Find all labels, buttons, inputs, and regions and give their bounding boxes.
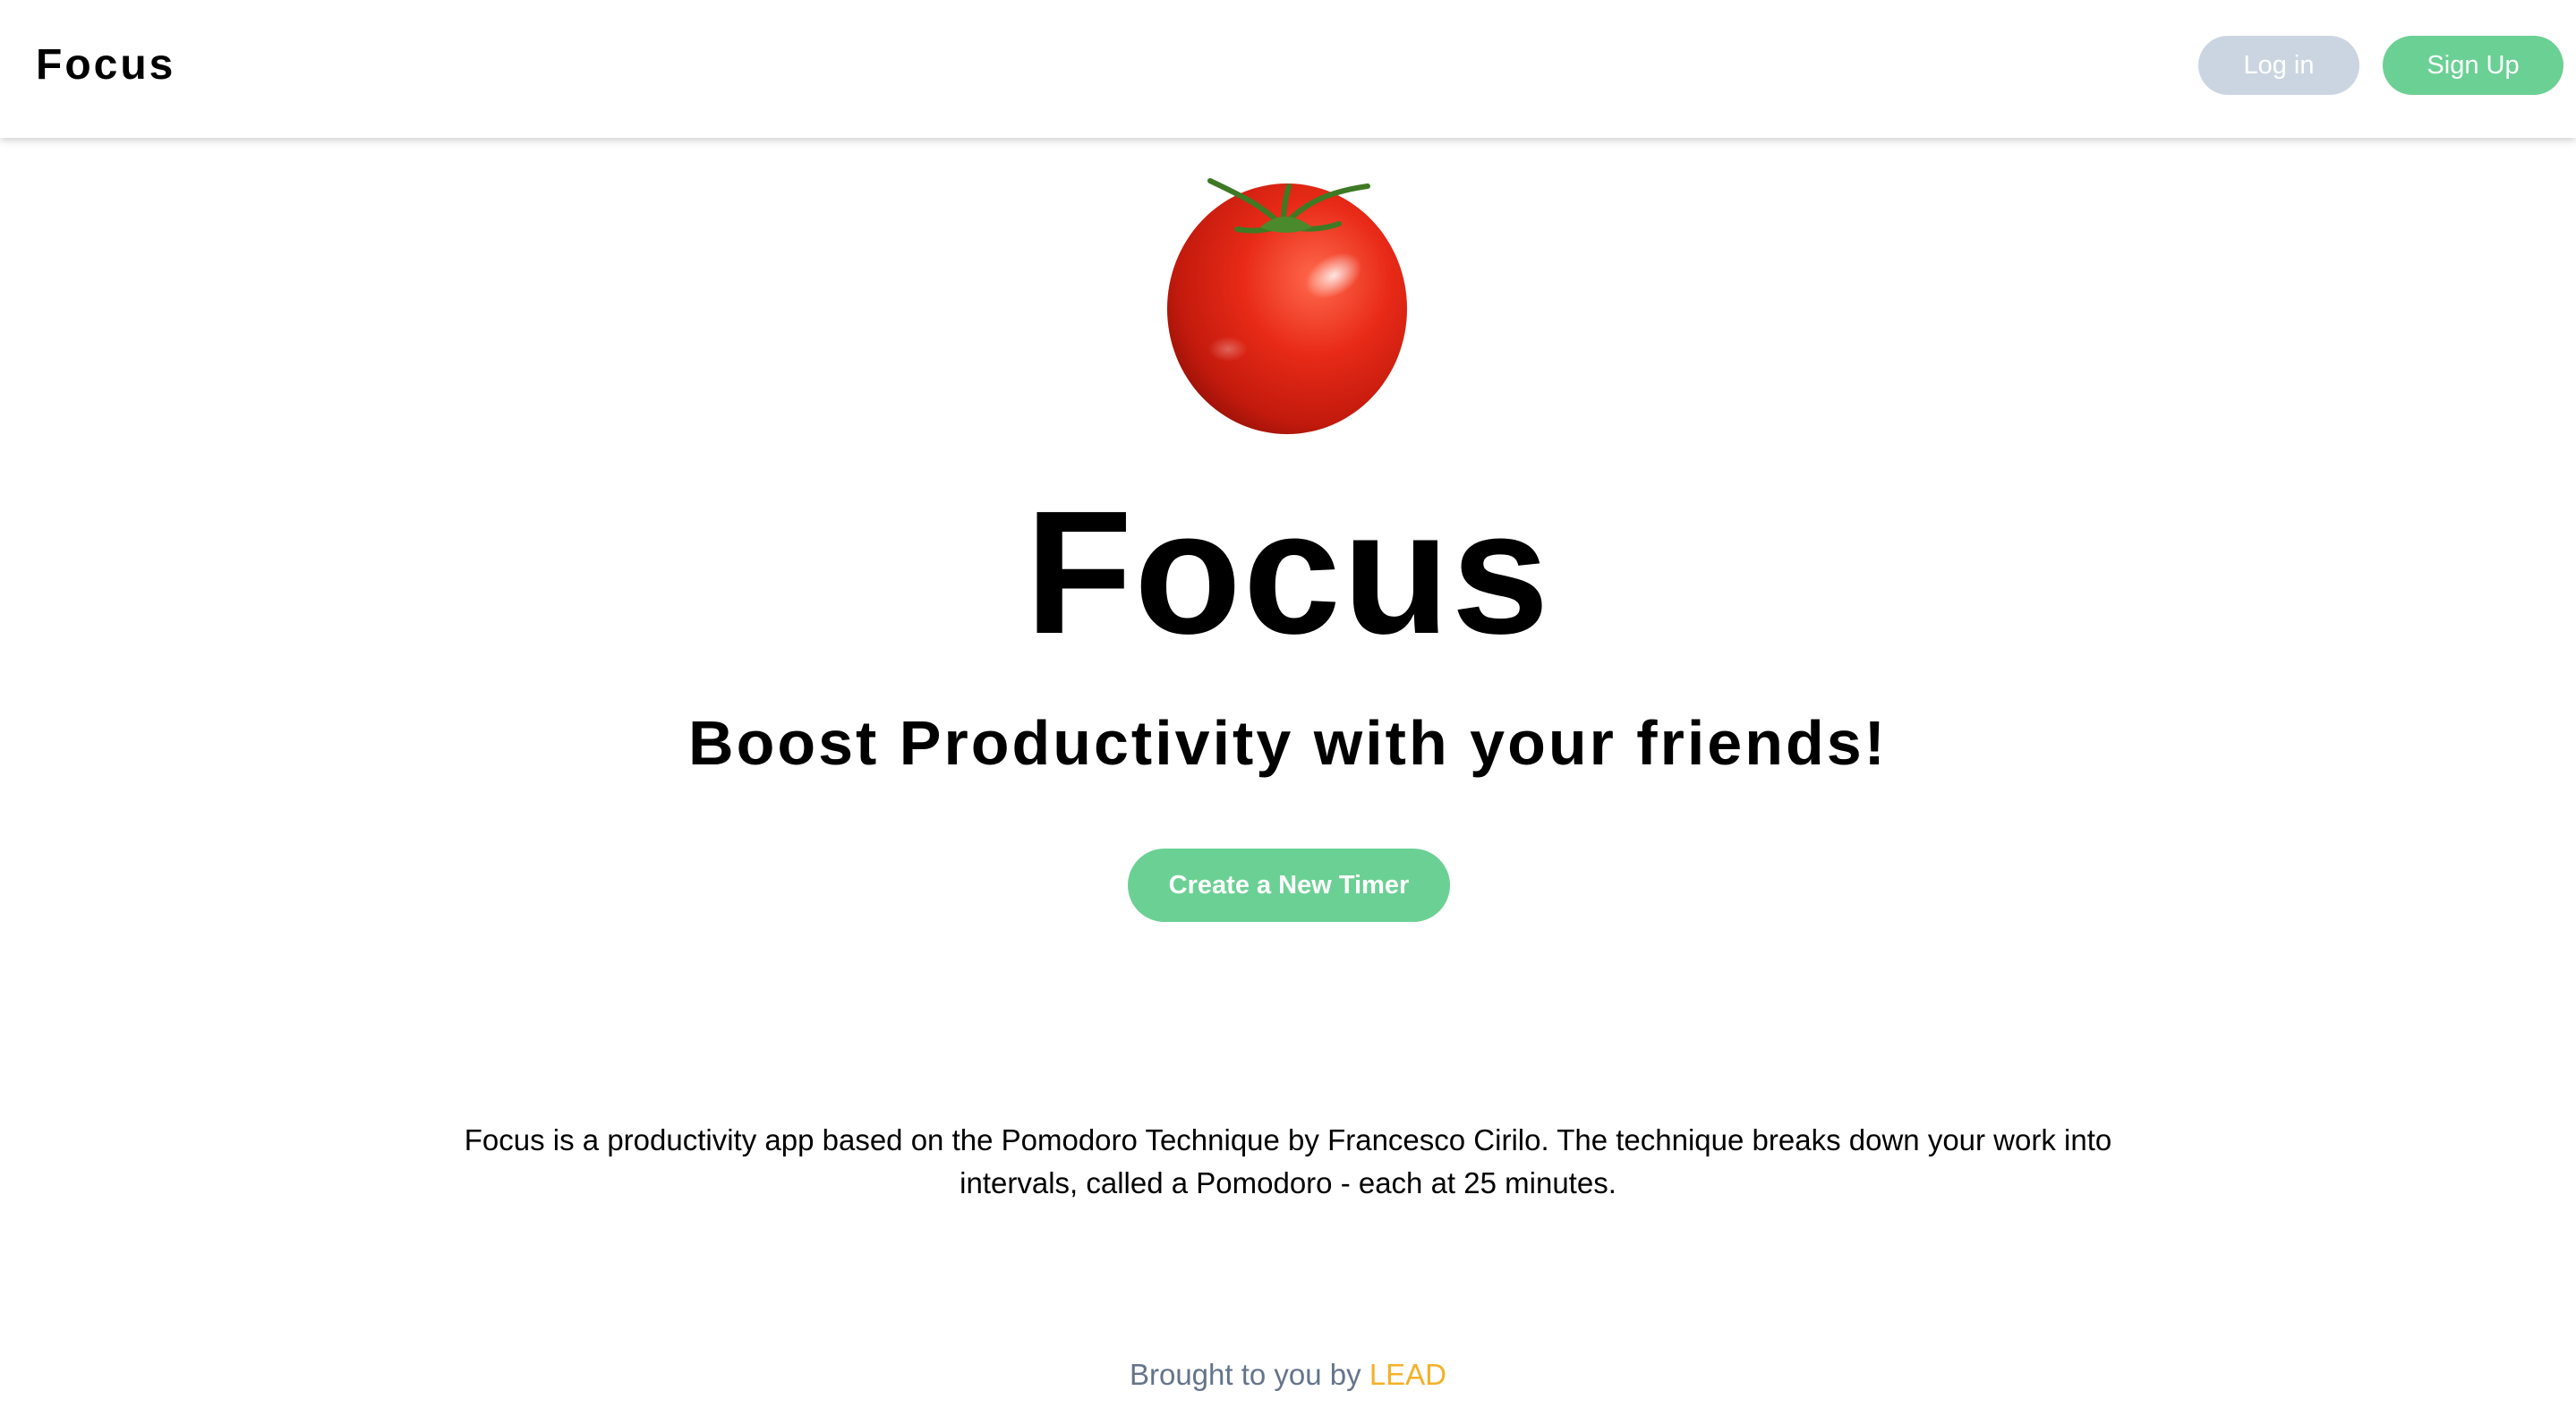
footer-text: Brought to you by xyxy=(1129,1358,1369,1391)
tomato-icon xyxy=(1167,178,1407,434)
app-description: Focus is a productivity app based on the… xyxy=(464,1123,2112,1199)
footer: Brought to you by LEAD xyxy=(0,1353,2576,1396)
login-button[interactable]: Log in xyxy=(2198,36,2359,95)
signup-button[interactable]: Sign Up xyxy=(2383,36,2563,95)
navbar: Focus Log in Sign Up xyxy=(0,0,2576,138)
create-timer-button[interactable]: Create a New Timer xyxy=(1128,849,1450,922)
lead-link[interactable]: LEAD xyxy=(1369,1358,1446,1391)
brand-logo[interactable]: Focus xyxy=(36,38,175,93)
hero-title: Focus xyxy=(1025,474,1551,670)
hero-subtitle: Boost Productivity with your friends! xyxy=(688,708,1888,778)
